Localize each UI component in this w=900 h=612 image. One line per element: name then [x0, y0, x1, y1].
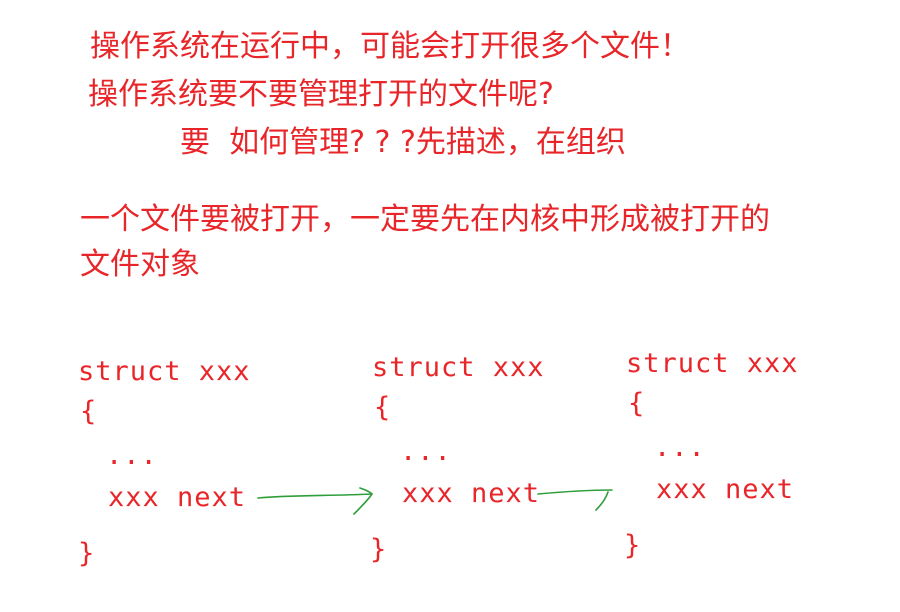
arrow-2-to-3 — [537, 489, 613, 511]
arrow-1-shaft — [257, 493, 373, 499]
open-brace: { — [374, 392, 392, 423]
struct-field-next: xxx next — [108, 482, 247, 513]
arrow-1-to-2 — [257, 487, 373, 515]
close-brace: } — [370, 534, 388, 565]
struct-field-next: xxx next — [402, 478, 541, 509]
note-line-1: 操作系统在运行中，可能会打开很多个文件！ — [90, 29, 690, 64]
struct-ellipsis: ... — [400, 436, 452, 467]
arrow-2-shaft — [537, 489, 613, 495]
struct-header: struct xxx — [372, 352, 545, 383]
struct-field-next: xxx next — [656, 474, 795, 505]
close-brace: } — [78, 538, 96, 569]
note-line-3: 要 如何管理? ? ?先描述，在组织 — [180, 125, 626, 160]
note-line-2: 操作系统要不要管理打开的文件呢? — [88, 77, 554, 112]
note-line-4: 一个文件要被打开，一定要先在内核中形成被打开的 — [80, 202, 770, 237]
struct-ellipsis: ... — [106, 440, 158, 471]
close-brace: } — [624, 530, 642, 561]
open-brace: { — [80, 396, 98, 427]
open-brace: { — [628, 388, 646, 419]
struct-header: struct xxx — [626, 348, 799, 379]
note-line-5: 文件对象 — [80, 247, 200, 282]
struct-ellipsis: ... — [654, 432, 706, 463]
arrow-1-head — [353, 487, 373, 515]
arrow-2-head — [595, 491, 609, 511]
struct-header: struct xxx — [78, 356, 251, 387]
